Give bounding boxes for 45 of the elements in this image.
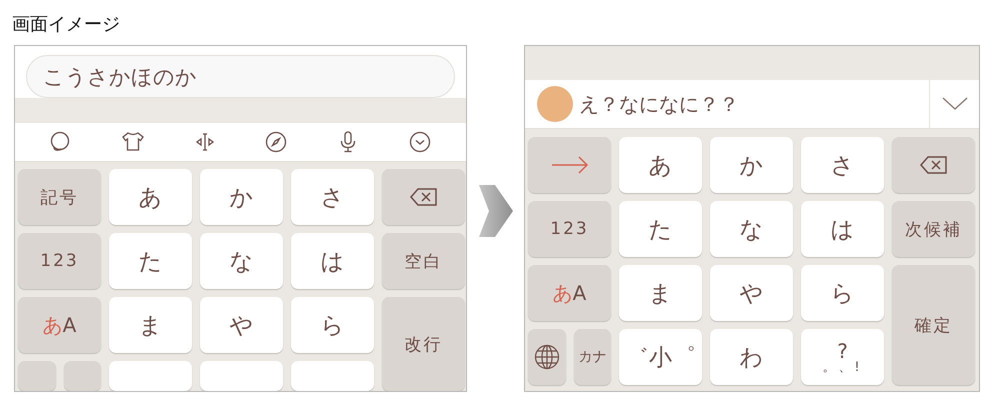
avatar-placeholder [537, 86, 573, 122]
kana-key[interactable]: さ [291, 169, 374, 225]
function-key[interactable]: 確定 [892, 265, 975, 385]
right-arrow-icon [550, 156, 588, 174]
kana-key[interactable]: か [200, 169, 283, 225]
kana-key[interactable]: ま [619, 265, 702, 321]
kana-key[interactable]: や [710, 265, 793, 321]
kana-key[interactable]: た [109, 233, 192, 289]
kana-key[interactable]: は [291, 233, 374, 289]
input-mode-key[interactable]: あA [18, 297, 101, 353]
search-field[interactable]: こうさかほのか [26, 55, 455, 98]
compass-icon[interactable] [264, 130, 288, 154]
kana-key[interactable]: ゛小゜ [619, 329, 702, 385]
globe-icon [534, 344, 560, 370]
kana-key[interactable]: や [200, 297, 283, 353]
function-key[interactable]: 空白 [382, 233, 465, 289]
chevron-down-icon[interactable] [408, 130, 432, 154]
function-key[interactable]: 123 [18, 233, 101, 289]
kana-key[interactable]: ま [109, 297, 192, 353]
function-key[interactable]: 記号 [18, 169, 101, 225]
kana-key[interactable]: か [710, 137, 793, 193]
backspace-icon [408, 187, 438, 207]
kana-key[interactable]: あ [619, 137, 702, 193]
kana-key[interactable]: な [710, 201, 793, 257]
function-key[interactable]: 改行 [382, 297, 465, 391]
punctuation-key[interactable]: ? 。、! [801, 329, 884, 385]
function-key[interactable]: カナ [574, 329, 611, 385]
kana-key[interactable]: ら [291, 297, 374, 353]
kana-key[interactable]: ら [801, 265, 884, 321]
right-arrow-icon [478, 185, 512, 237]
function-key[interactable]: 123 [528, 201, 611, 257]
chevron-down-icon [942, 97, 968, 111]
function-key[interactable]: 次候補 [892, 201, 975, 257]
kana-key[interactable]: な [200, 233, 283, 289]
kana-key[interactable]: わ [710, 329, 793, 385]
page-title: 画面イメージ [12, 13, 120, 37]
backspace-key[interactable] [382, 169, 465, 225]
globe-key[interactable] [528, 329, 566, 385]
kana-key[interactable]: た [619, 201, 702, 257]
kana-key[interactable]: さ [801, 137, 884, 193]
backspace-key[interactable] [892, 137, 975, 193]
kana-key[interactable]: あ [109, 169, 192, 225]
input-mode-key[interactable]: あA [528, 265, 611, 321]
kana-key[interactable]: は [801, 201, 884, 257]
backspace-icon [918, 155, 948, 175]
